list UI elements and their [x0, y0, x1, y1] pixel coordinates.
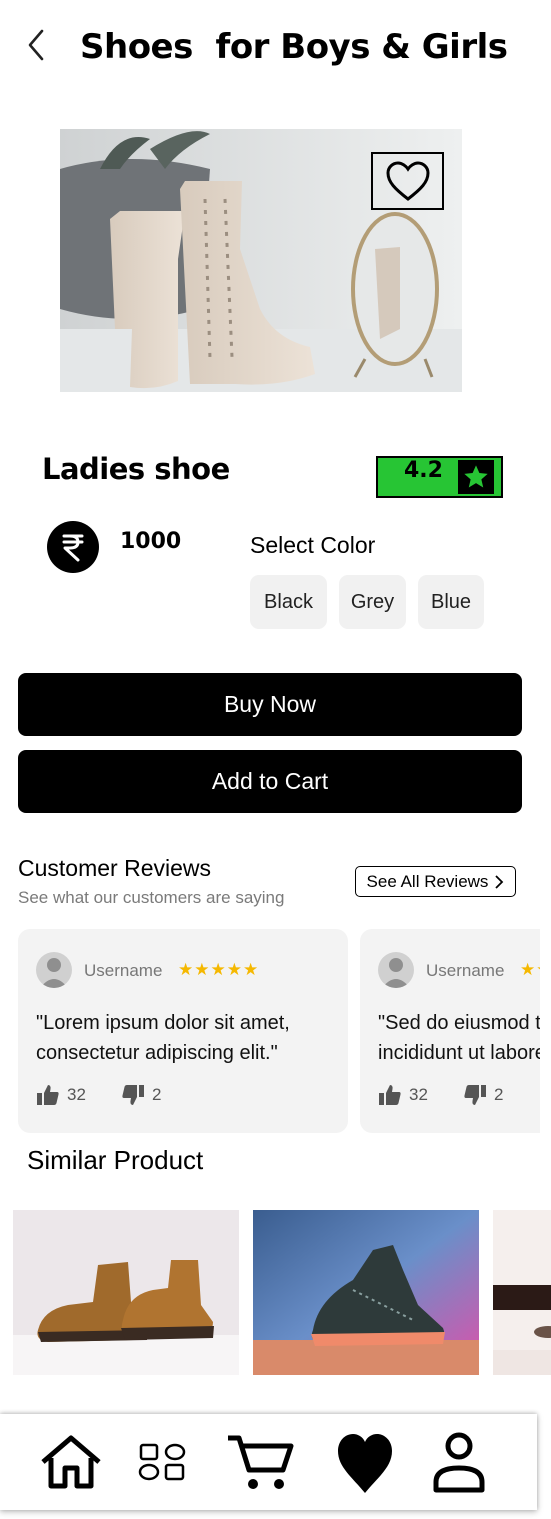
- review-stars: ★★★★★: [178, 960, 260, 979]
- thumbs-up-icon: [379, 1085, 401, 1105]
- avatar: [36, 952, 72, 988]
- star-icon: [458, 460, 494, 494]
- back-button[interactable]: [22, 28, 50, 62]
- like-count: 32: [67, 1085, 86, 1104]
- color-option-black[interactable]: Black: [250, 575, 327, 629]
- product-name: Ladies shoe: [42, 452, 230, 486]
- avatar: [378, 952, 414, 988]
- review-username: Username: [84, 961, 163, 980]
- thumbs-up-icon: [37, 1085, 59, 1105]
- similar-product-title: Similar Product: [27, 1145, 204, 1175]
- chevron-right-icon: [495, 874, 504, 889]
- dislike-count: 2: [494, 1085, 504, 1104]
- dislike-button[interactable]: 2: [463, 1084, 503, 1106]
- see-all-label: See All Reviews: [366, 871, 489, 891]
- favorite-button[interactable]: [371, 152, 444, 210]
- add-to-cart-button[interactable]: Add to Cart: [18, 750, 522, 813]
- bottom-navigation: [0, 1414, 537, 1510]
- review-card: Username ★★★★★ "Sed do eiusmod tempor in…: [360, 929, 540, 1133]
- select-color-label: Select Color: [250, 532, 376, 558]
- reviews-subtitle: See what our customers are saying: [18, 888, 285, 907]
- similar-product-card[interactable]: [253, 1210, 479, 1375]
- heart-outline-icon: [385, 161, 430, 201]
- cart-icon: [228, 1435, 294, 1489]
- review-stars: ★★★★★: [520, 960, 540, 979]
- nav-home[interactable]: [36, 1422, 106, 1502]
- like-button[interactable]: 32: [36, 1084, 86, 1106]
- chevron-left-icon: [28, 29, 44, 61]
- buy-now-button[interactable]: Buy Now: [18, 673, 522, 736]
- reviews-title: Customer Reviews: [18, 855, 211, 881]
- nav-cart[interactable]: [222, 1422, 298, 1502]
- rating-badge: 4.2: [376, 456, 503, 498]
- nav-wishlist[interactable]: [334, 1422, 396, 1502]
- similar-product-card[interactable]: [13, 1210, 239, 1375]
- profile-icon: [433, 1432, 485, 1493]
- color-option-blue[interactable]: Blue: [418, 575, 484, 629]
- like-button[interactable]: 32: [378, 1084, 428, 1106]
- review-text: "Lorem ipsum dolor sit amet, consectetur…: [36, 1012, 290, 1064]
- dislike-button[interactable]: 2: [121, 1084, 161, 1106]
- thumbs-down-icon: [464, 1085, 486, 1105]
- like-count: 32: [409, 1085, 428, 1104]
- reviews-carousel[interactable]: Username ★★★★★ "Lorem ipsum dolor sit am…: [18, 929, 540, 1133]
- color-option-grey[interactable]: Grey: [339, 575, 406, 629]
- rating-value: 4.2: [404, 458, 443, 483]
- page-title: Shoes for Boys & Girls: [80, 27, 508, 67]
- review-card: Username ★★★★★ "Lorem ipsum dolor sit am…: [18, 929, 348, 1133]
- review-text: "Sed do eiusmod tempor incididunt ut lab…: [378, 1012, 540, 1064]
- similar-product-card[interactable]: [493, 1210, 551, 1375]
- dislike-count: 2: [152, 1085, 162, 1104]
- nav-categories[interactable]: [134, 1422, 190, 1502]
- nav-profile[interactable]: [428, 1422, 490, 1502]
- categories-icon: [138, 1443, 186, 1481]
- thumbs-down-icon: [122, 1085, 144, 1105]
- see-all-reviews-button[interactable]: See All Reviews: [355, 866, 516, 897]
- home-icon: [41, 1435, 101, 1489]
- rupee-icon: [47, 521, 99, 573]
- heart-icon: [338, 1434, 392, 1493]
- review-username: Username: [426, 961, 505, 980]
- price: 1000: [120, 529, 182, 554]
